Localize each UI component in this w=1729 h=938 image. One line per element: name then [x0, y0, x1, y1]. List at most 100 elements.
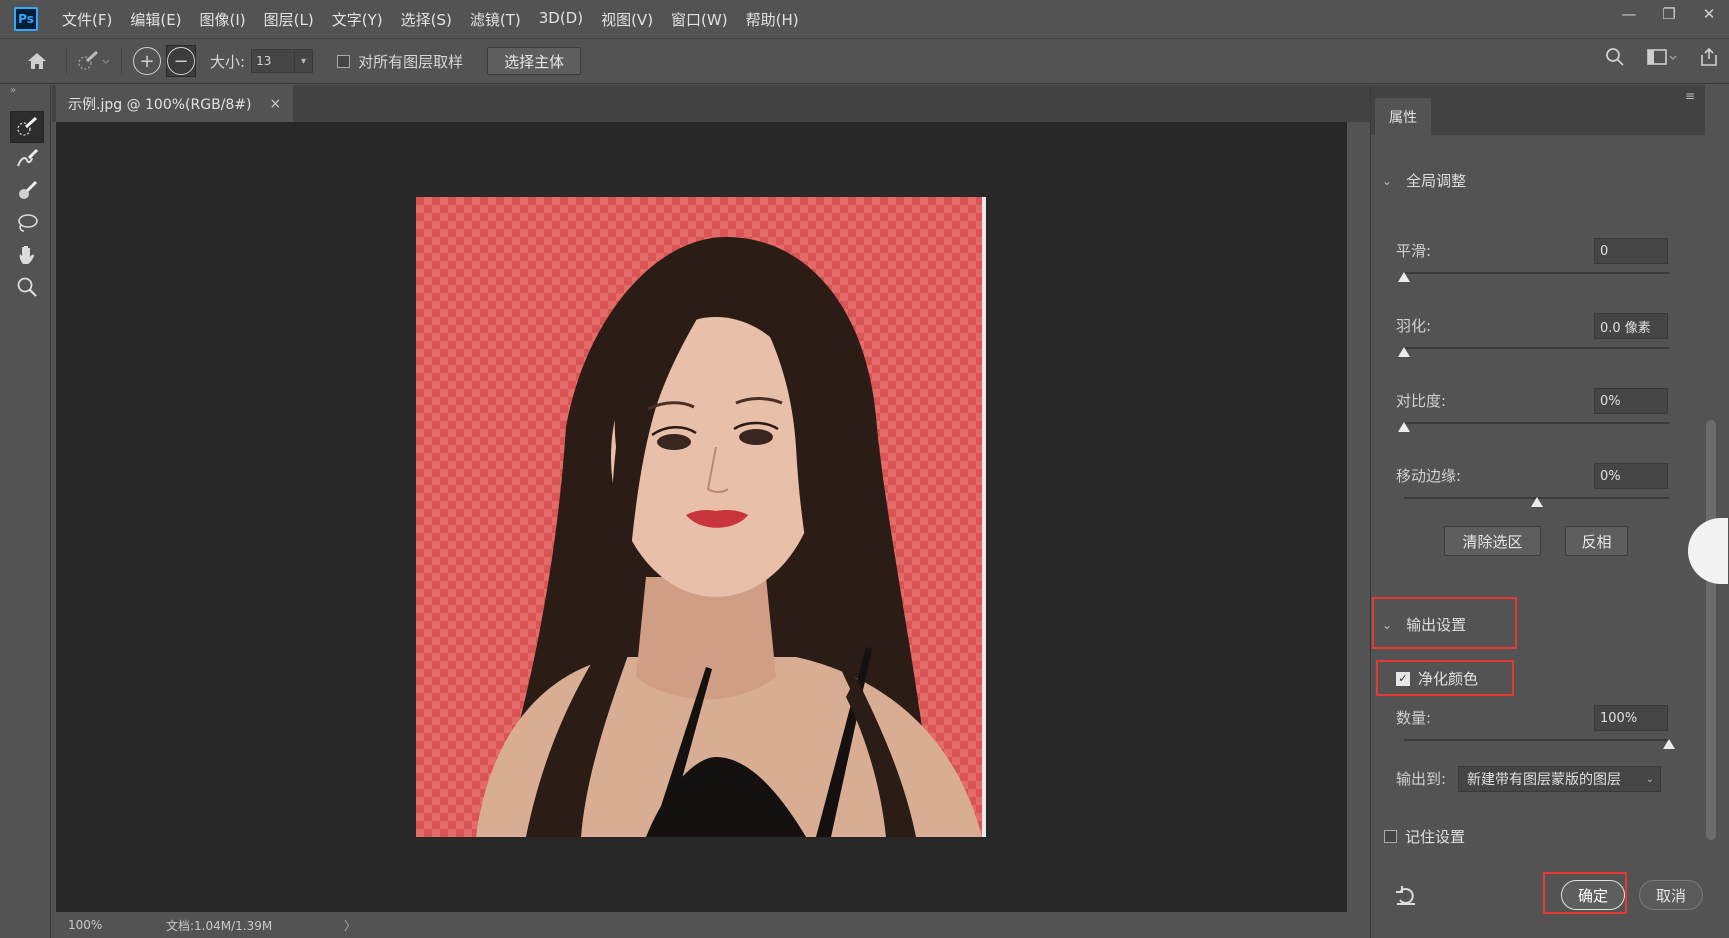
- decontaminate-colors-checkbox[interactable]: ✓ 净化颜色: [1396, 668, 1478, 689]
- checkmark-icon[interactable]: ✓: [1396, 671, 1410, 686]
- size-dropdown-icon[interactable]: ▾: [295, 49, 314, 73]
- contrast-slider[interactable]: [1404, 422, 1669, 424]
- quick-selection-tool-icon[interactable]: [10, 111, 44, 143]
- menu-file[interactable]: 文件(F): [62, 9, 112, 30]
- hand-tool-icon[interactable]: [10, 239, 44, 271]
- select-subject-button[interactable]: 选择主体: [487, 47, 582, 75]
- search-icon[interactable]: [1605, 47, 1625, 72]
- reset-icon[interactable]: [1394, 884, 1418, 910]
- menu-3d[interactable]: 3D(D): [539, 9, 583, 30]
- share-icon[interactable]: [1699, 47, 1719, 72]
- portrait-image: [416, 197, 986, 837]
- chevron-down-icon: ⌄: [1382, 617, 1393, 632]
- invert-button[interactable]: 反相: [1565, 526, 1628, 556]
- shift-edge-slider-thumb[interactable]: [1530, 497, 1543, 507]
- properties-panel: 属性 ≡: [1370, 85, 1705, 938]
- quick-selection-preset-icon[interactable]: [77, 49, 111, 73]
- menu-type[interactable]: 文字(Y): [332, 9, 383, 30]
- checkbox-box[interactable]: [1384, 830, 1397, 843]
- restore-button[interactable]: ❐: [1649, 0, 1689, 28]
- zoom-level[interactable]: 100%: [56, 918, 126, 932]
- menu-view[interactable]: 视图(V): [601, 9, 653, 30]
- menu-image[interactable]: 图像(I): [200, 9, 246, 30]
- amount-slider[interactable]: [1404, 739, 1669, 741]
- document-info[interactable]: 文档:1.04M/1.39M: [166, 917, 330, 934]
- size-input[interactable]: 13: [251, 49, 296, 73]
- options-bar: + − 大小: 13 ▾ 对所有图层取样 选择主体: [0, 38, 1729, 84]
- menu-layer[interactable]: 图层(L): [264, 9, 314, 30]
- output-settings-title: 输出设置: [1406, 616, 1467, 634]
- remember-settings-label: 记住设置: [1405, 828, 1466, 846]
- panel-scrollbar-thumb[interactable]: [1706, 420, 1716, 840]
- zoom-tool-icon[interactable]: [10, 271, 44, 303]
- output-to-select[interactable]: 新建带有图层蒙版的图层 ⌄: [1458, 766, 1661, 792]
- divider: [121, 48, 122, 74]
- document-tab[interactable]: 示例.jpg @ 100%(RGB/8#) ×: [56, 85, 294, 122]
- status-menu-arrow-icon[interactable]: 〉: [344, 917, 356, 934]
- add-to-selection-button[interactable]: +: [132, 45, 162, 77]
- size-label: 大小:: [210, 52, 246, 71]
- menu-items: 文件(F) 编辑(E) 图像(I) 图层(L) 文字(Y) 选择(S) 滤镜(T…: [62, 9, 799, 30]
- shift-edge-input[interactable]: 0%: [1594, 463, 1668, 489]
- tools-panel: »: [0, 85, 51, 938]
- menu-help[interactable]: 帮助(H): [746, 9, 799, 30]
- remember-settings-checkbox[interactable]: 记住设置: [1384, 826, 1465, 847]
- collapse-grip-icon[interactable]: »: [0, 85, 50, 99]
- smooth-input[interactable]: 0: [1594, 238, 1668, 264]
- workspace-icon[interactable]: [1647, 47, 1677, 72]
- smooth-label: 平滑:: [1396, 242, 1432, 260]
- divider: [66, 48, 67, 74]
- close-tab-icon[interactable]: ×: [270, 96, 282, 112]
- global-adjust-section[interactable]: ⌄ 全局调整: [1382, 170, 1466, 191]
- minus-circle-icon: −: [167, 47, 195, 75]
- output-settings-section[interactable]: ⌄ 输出设置: [1382, 614, 1466, 635]
- document-tab-bar: 示例.jpg @ 100%(RGB/8#) ×: [52, 85, 1378, 122]
- chevron-down-icon: ⌄: [1645, 773, 1654, 785]
- lasso-tool-icon[interactable]: [10, 207, 44, 239]
- panel-scrollbar[interactable]: [1703, 136, 1723, 850]
- window-controls: — ❐ ✕: [1609, 0, 1729, 30]
- checkbox-box[interactable]: [337, 54, 351, 68]
- contrast-input[interactable]: 0%: [1594, 388, 1668, 414]
- decontaminate-colors-label: 净化颜色: [1418, 670, 1479, 688]
- menu-filter[interactable]: 滤镜(T): [470, 9, 521, 30]
- clear-selection-button[interactable]: 清除选区: [1444, 526, 1541, 556]
- feather-slider[interactable]: [1404, 347, 1669, 349]
- feather-label: 羽化:: [1396, 317, 1432, 335]
- panel-header: 属性 ≡: [1371, 85, 1705, 135]
- document-tab-title: 示例.jpg @ 100%(RGB/8#): [68, 96, 252, 113]
- photoshop-logo: Ps: [14, 7, 38, 31]
- panel-menu-icon[interactable]: ≡: [1685, 89, 1695, 103]
- home-icon[interactable]: [26, 51, 48, 71]
- menu-edit[interactable]: 编辑(E): [130, 9, 181, 30]
- chevron-down-icon: ⌄: [1382, 173, 1393, 188]
- smooth-slider[interactable]: [1404, 272, 1669, 274]
- ok-button[interactable]: 确定: [1561, 880, 1625, 910]
- global-adjust-title: 全局调整: [1406, 172, 1467, 190]
- feather-slider-thumb[interactable]: [1398, 347, 1410, 357]
- menu-window[interactable]: 窗口(W): [671, 9, 728, 30]
- menu-select[interactable]: 选择(S): [401, 9, 452, 30]
- menu-bar: Ps 文件(F) 编辑(E) 图像(I) 图层(L) 文字(Y) 选择(S) 滤…: [0, 0, 1729, 38]
- amount-slider-thumb[interactable]: [1663, 739, 1675, 749]
- properties-tab[interactable]: 属性: [1375, 98, 1431, 135]
- output-to-label: 输出到:: [1396, 770, 1447, 788]
- contrast-label: 对比度:: [1396, 392, 1447, 410]
- status-bar: 100% 文档:1.04M/1.39M 〉: [56, 912, 1378, 938]
- contrast-slider-thumb[interactable]: [1398, 422, 1410, 432]
- sample-all-layers-label: 对所有图层取样: [358, 52, 464, 71]
- close-window-button[interactable]: ✕: [1689, 0, 1729, 28]
- subtract-from-selection-button[interactable]: −: [166, 45, 196, 77]
- plus-circle-icon: +: [133, 47, 161, 75]
- smooth-slider-thumb[interactable]: [1398, 272, 1410, 282]
- brush-tool-icon[interactable]: [10, 175, 44, 207]
- feather-input[interactable]: 0.0 像素: [1594, 313, 1668, 339]
- output-to-value: 新建带有图层蒙版的图层: [1467, 772, 1621, 788]
- minimize-button[interactable]: —: [1609, 0, 1649, 28]
- cancel-button[interactable]: 取消: [1639, 880, 1703, 910]
- sample-all-layers-checkbox[interactable]: 对所有图层取样: [337, 51, 463, 72]
- options-right-icons: [1605, 47, 1719, 72]
- refine-edge-brush-tool-icon[interactable]: [10, 143, 44, 175]
- amount-input[interactable]: 100%: [1594, 705, 1668, 731]
- amount-label: 数量:: [1396, 709, 1432, 727]
